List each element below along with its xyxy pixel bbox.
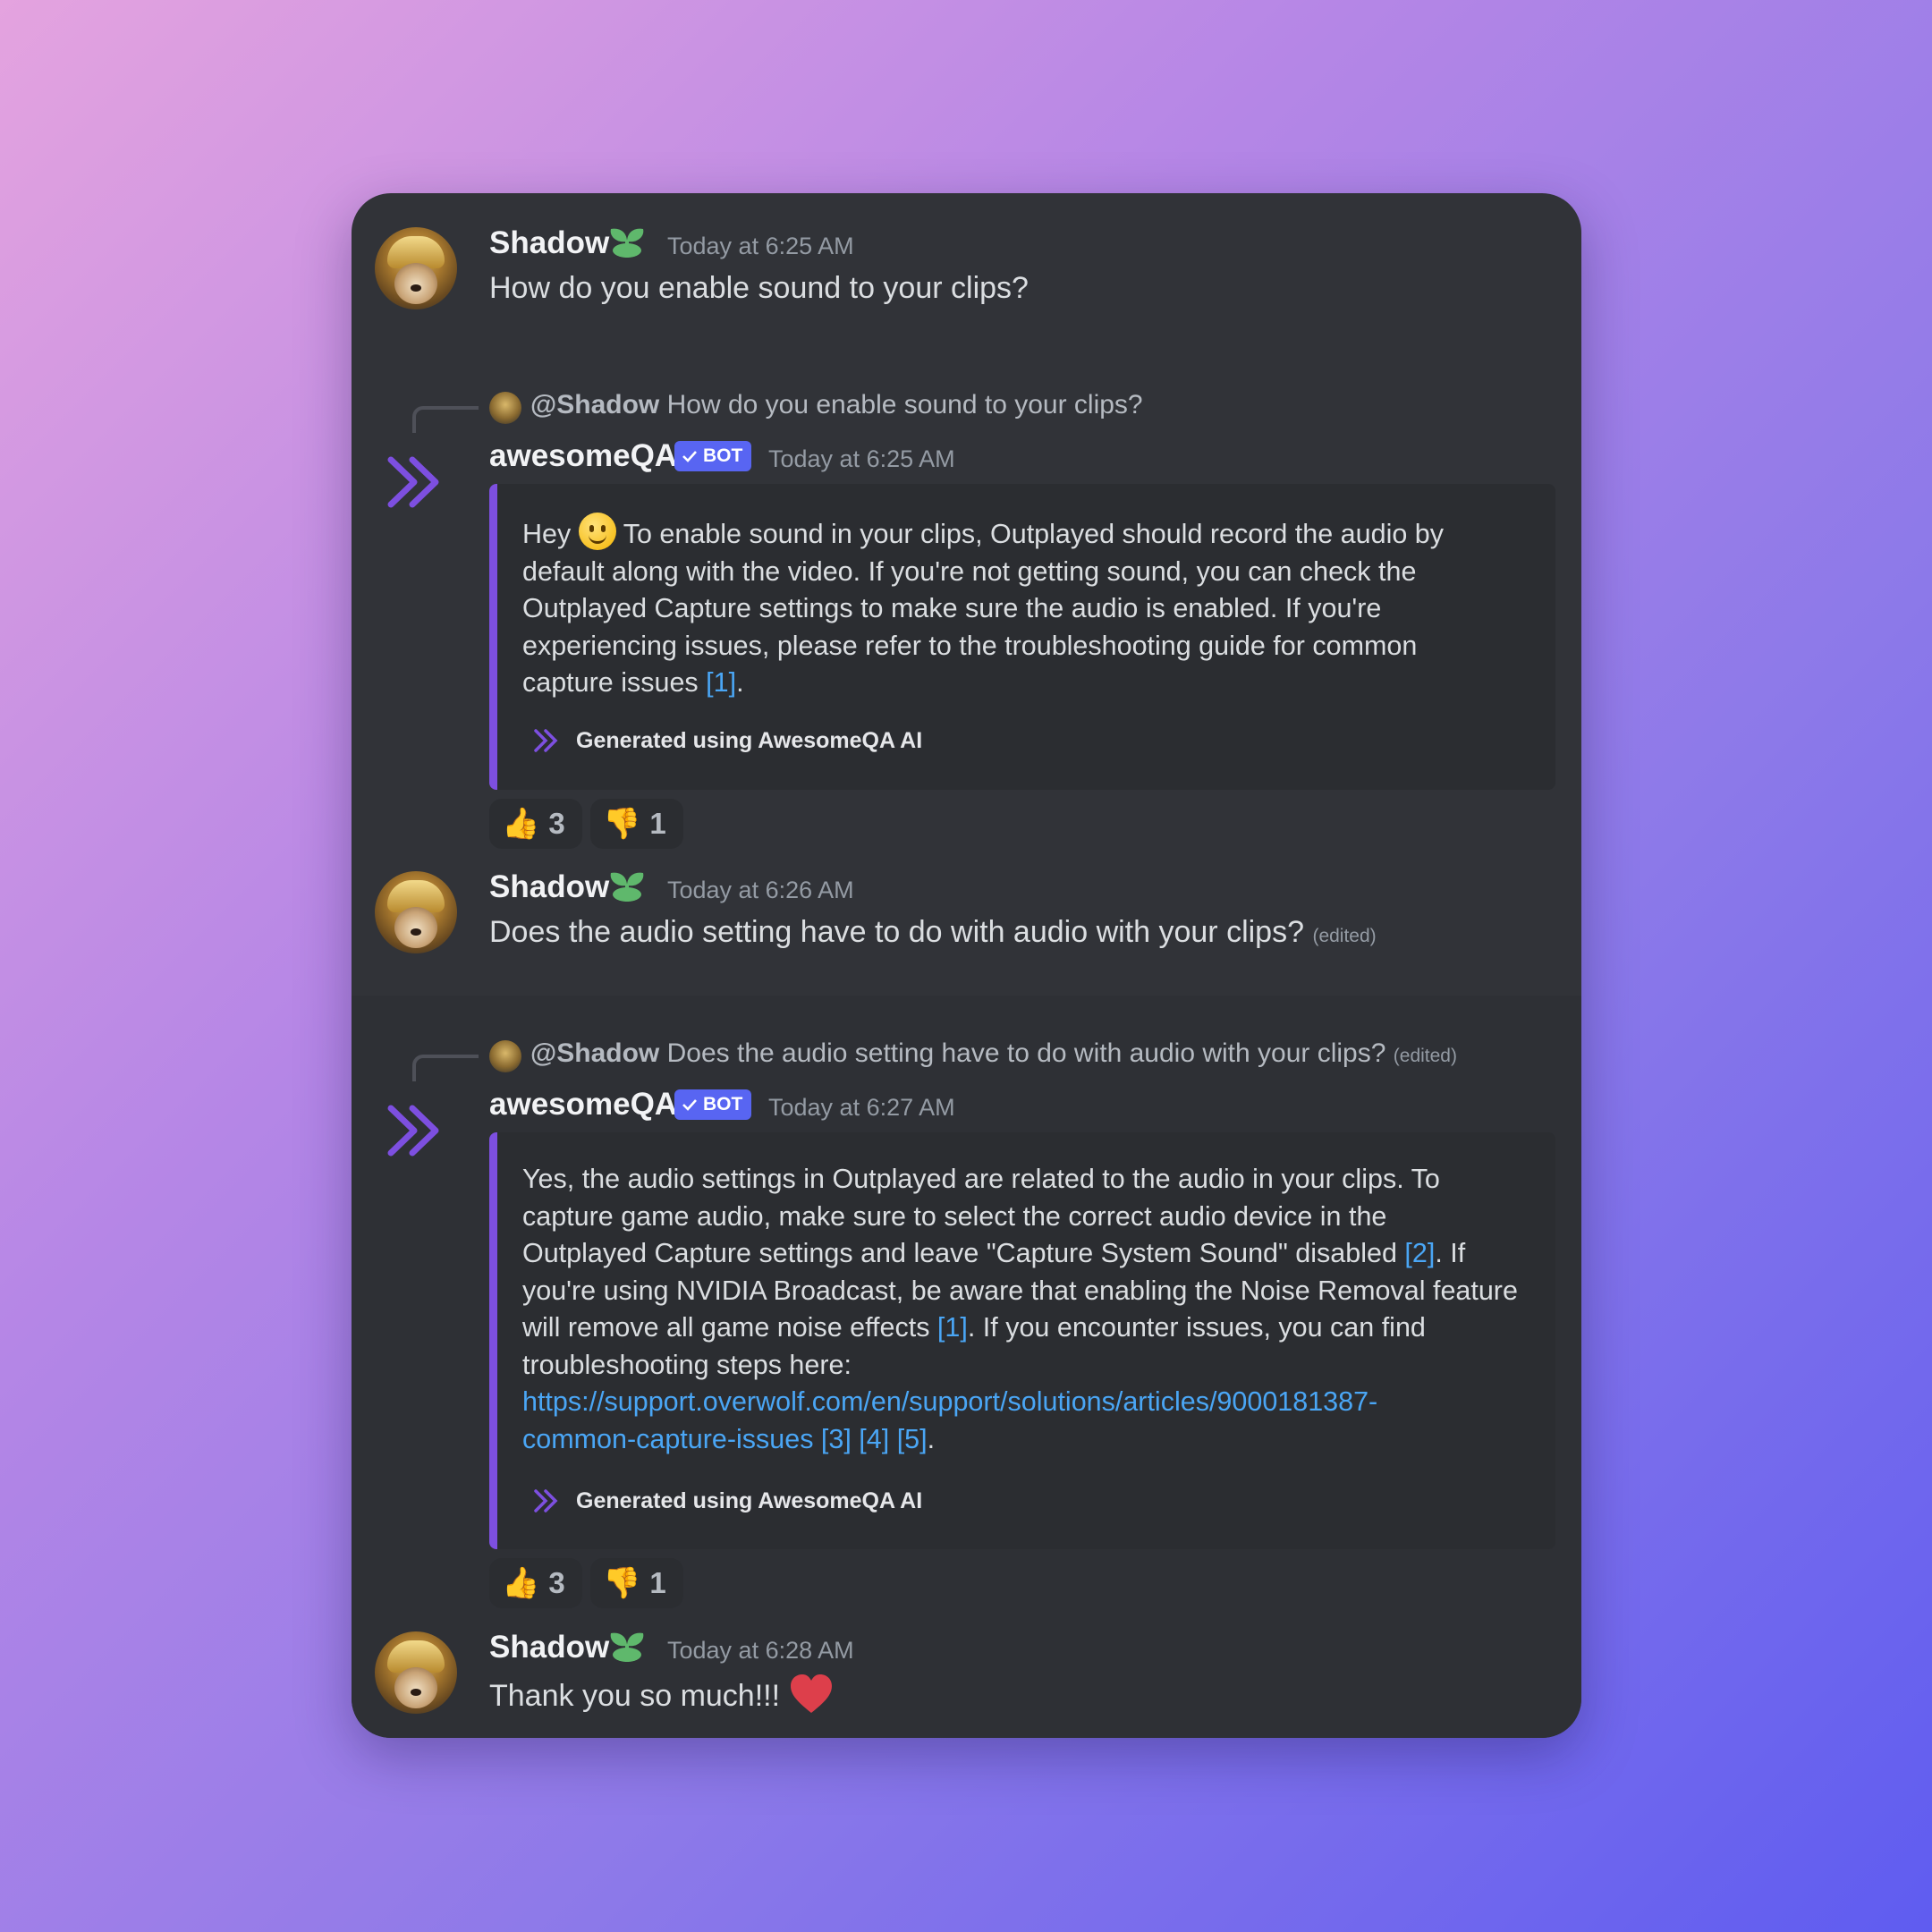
sprout-badge-icon[interactable] [607,1628,647,1664]
checkmark-icon [682,1099,697,1111]
author-name[interactable]: awesomeQA [489,438,677,474]
author-name[interactable]: awesomeQA [489,1087,677,1123]
embed-line: troubleshooting steps here: [522,1349,852,1380]
checkmark-icon [682,451,697,462]
timestamp[interactable]: Today at 6:26 AM [667,877,854,904]
citation-link-2[interactable]: [2] [1404,1238,1435,1268]
embed-line: Yes, the audio settings in Outplayed are… [522,1164,1440,1194]
embed-footer: Generated using AwesomeQA AI [533,723,922,758]
message-shadow-1[interactable]: Shadow Today at 6:25 AM How do you enabl… [352,193,1581,309]
avatar[interactable] [375,1631,457,1714]
embed-line: experiencing issues, please refer to the… [522,630,1418,661]
edited-label: (edited) [1312,926,1377,946]
message-shadow-2[interactable]: Shadow Today at 6:26 AM Does the audio s… [352,837,1581,953]
thumbs-up-icon: 👍 [502,1566,540,1600]
citation-link-1[interactable]: [1] [937,1312,968,1343]
thumbs-down-icon: 👎 [603,807,641,841]
reply-connector [412,1055,479,1081]
edited-label: (edited) [1393,1046,1457,1066]
support-url-link[interactable]: https://support.overwolf.com/en/support/… [522,1384,1533,1421]
bot-tag: BOT [674,441,752,471]
message-text: Thank you so much!!! [489,1674,834,1715]
timestamp[interactable]: Today at 6:27 AM [768,1094,955,1122]
awesomeqa-chevrons-icon[interactable] [386,1101,445,1160]
avatar[interactable] [375,227,457,309]
reply-preview-text: Does the audio setting have to do with a… [666,1038,1386,1068]
reply-connector [412,406,479,433]
bot-tag-label: BOT [703,445,743,466]
embed-line: will remove all game noise effects [522,1312,937,1343]
thumbs-up-icon: 👍 [502,807,540,841]
reaction-count: 3 [548,1566,565,1599]
punctuation: . [736,667,744,698]
author-name[interactable]: Shadow [489,869,609,905]
timestamp[interactable]: Today at 6:28 AM [667,1637,854,1665]
embed-text: Yes, the audio settings in Outplayed are… [522,1161,1533,1458]
embed-line: capture issues [522,667,707,698]
support-url-link-cont[interactable]: common-capture-issues [522,1424,813,1454]
avatar[interactable] [375,871,457,953]
punctuation: . [927,1423,936,1454]
embed-line: To enable sound in your clips, Outplayed… [623,519,1444,549]
footer-text: Generated using AwesomeQA AI [576,727,923,753]
bot-tag-label: BOT [703,1094,743,1114]
message-text: How do you enable sound to your clips? [489,271,1029,305]
message-shadow-3[interactable]: Shadow Today at 6:28 AM Thank you so muc… [352,1597,1581,1738]
embed-line: capture game audio, make sure to select … [522,1200,1387,1232]
awesomeqa-footer-icon [534,1489,558,1513]
reply-avatar[interactable] [489,392,521,424]
citation-link-1[interactable]: [1] [706,667,736,698]
message-text-content: Thank you so much!!! [489,1679,781,1713]
chat-panel: Shadow Today at 6:25 AM How do you enabl… [352,193,1581,1738]
embed-text: Hey To enable sound in your clips, Outpl… [522,513,1533,702]
author-name[interactable]: Shadow [489,1630,609,1665]
reply-preview[interactable]: @Shadow Does the audio setting have to d… [530,1038,1457,1069]
embed-line: . If you encounter issues, you can find [967,1312,1426,1343]
message-text-content: Does the audio setting have to do with a… [489,915,1304,949]
thumbs-down-icon: 👎 [603,1566,641,1600]
slightly-smiling-face-icon [578,513,616,550]
reaction-count: 1 [649,807,666,840]
answer-embed: Hey To enable sound in your clips, Outpl… [489,484,1555,790]
citation-links-3-4-5[interactable]: [3] [4] [5] [813,1424,928,1454]
awesomeqa-footer-icon [534,729,558,752]
awesomeqa-chevrons-icon[interactable] [386,453,445,512]
author-name[interactable]: Shadow [489,225,609,261]
embed-footer: Generated using AwesomeQA AI [533,1483,922,1519]
timestamp[interactable]: Today at 6:25 AM [667,233,854,260]
sprout-badge-icon[interactable] [607,224,647,259]
red-heart-icon [790,1674,832,1713]
embed-line: . If [1435,1238,1466,1268]
sprout-badge-icon[interactable] [607,868,647,903]
reply-mention[interactable]: @Shadow [530,1038,659,1068]
embed-line: default along with the video. If you're … [522,555,1417,587]
message-text: Does the audio setting have to do with a… [489,915,1377,950]
embed-line: Outplayed Capture settings to make sure … [522,593,1382,623]
timestamp[interactable]: Today at 6:25 AM [768,445,955,473]
embed-line: Outplayed Capture settings and leave "Ca… [522,1238,1405,1268]
footer-text: Generated using AwesomeQA AI [576,1487,923,1513]
answer-embed: Yes, the audio settings in Outplayed are… [489,1132,1555,1549]
reply-preview[interactable]: @Shadow How do you enable sound to your … [530,390,1143,420]
reaction-count: 3 [548,807,565,840]
embed-line: Hey [522,519,579,549]
reply-avatar[interactable] [489,1040,521,1072]
reaction-count: 1 [649,1566,666,1599]
reply-mention[interactable]: @Shadow [530,390,659,419]
embed-line: you're using NVIDIA Broadcast, be aware … [522,1275,1518,1306]
bot-tag: BOT [674,1089,752,1120]
reply-preview-text: How do you enable sound to your clips? [666,390,1143,419]
